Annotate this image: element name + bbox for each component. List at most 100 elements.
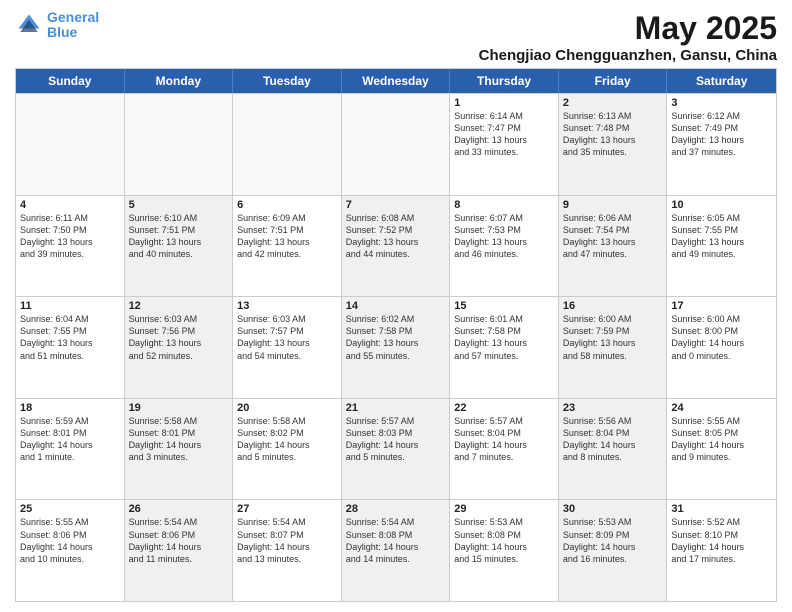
calendar-cell-day-18: 18Sunrise: 5:59 AMSunset: 8:01 PMDayligh… bbox=[16, 399, 125, 500]
daylight-hours-label: Daylight: 13 hours bbox=[20, 337, 120, 349]
day-number: 30 bbox=[563, 503, 663, 515]
day-info: Sunrise: 6:12 AMSunset: 7:49 PMDaylight:… bbox=[671, 110, 772, 159]
daylight-hours-label: Daylight: 13 hours bbox=[454, 337, 554, 349]
day-number: 10 bbox=[671, 199, 772, 211]
daylight-hours-label: Daylight: 14 hours bbox=[20, 541, 120, 553]
day-info: Sunrise: 6:03 AMSunset: 7:56 PMDaylight:… bbox=[129, 313, 229, 362]
daylight-hours-label: Daylight: 13 hours bbox=[237, 236, 337, 248]
day-number: 19 bbox=[129, 402, 229, 414]
day-number: 2 bbox=[563, 97, 663, 109]
day-info: Sunrise: 5:58 AMSunset: 8:01 PMDaylight:… bbox=[129, 415, 229, 464]
day-number: 1 bbox=[454, 97, 554, 109]
day-info: Sunrise: 5:54 AMSunset: 8:08 PMDaylight:… bbox=[346, 516, 446, 565]
day-info: Sunrise: 5:57 AMSunset: 8:03 PMDaylight:… bbox=[346, 415, 446, 464]
calendar-cell-day-15: 15Sunrise: 6:01 AMSunset: 7:58 PMDayligh… bbox=[450, 297, 559, 398]
day-number: 13 bbox=[237, 300, 337, 312]
day-number: 23 bbox=[563, 402, 663, 414]
day-number: 7 bbox=[346, 199, 446, 211]
calendar-cell-day-25: 25Sunrise: 5:55 AMSunset: 8:06 PMDayligh… bbox=[16, 500, 125, 601]
calendar-body: 1Sunrise: 6:14 AMSunset: 7:47 PMDaylight… bbox=[16, 93, 776, 601]
calendar-cell-day-5: 5Sunrise: 6:10 AMSunset: 7:51 PMDaylight… bbox=[125, 196, 234, 297]
daylight-hours-label: Daylight: 14 hours bbox=[563, 541, 663, 553]
calendar-cell-day-26: 26Sunrise: 5:54 AMSunset: 8:06 PMDayligh… bbox=[125, 500, 234, 601]
daylight-hours-label: Daylight: 13 hours bbox=[346, 337, 446, 349]
page: General Blue May 2025 Chengjiao Chenggua… bbox=[0, 0, 792, 612]
calendar-cell-empty bbox=[125, 94, 234, 195]
day-number: 26 bbox=[129, 503, 229, 515]
day-info: Sunrise: 5:59 AMSunset: 8:01 PMDaylight:… bbox=[20, 415, 120, 464]
day-info: Sunrise: 5:53 AMSunset: 8:09 PMDaylight:… bbox=[563, 516, 663, 565]
calendar-cell-day-9: 9Sunrise: 6:06 AMSunset: 7:54 PMDaylight… bbox=[559, 196, 668, 297]
calendar-cell-day-23: 23Sunrise: 5:56 AMSunset: 8:04 PMDayligh… bbox=[559, 399, 668, 500]
daylight-hours-label: Daylight: 13 hours bbox=[671, 236, 772, 248]
day-info: Sunrise: 6:00 AMSunset: 8:00 PMDaylight:… bbox=[671, 313, 772, 362]
day-number: 15 bbox=[454, 300, 554, 312]
calendar-cell-day-19: 19Sunrise: 5:58 AMSunset: 8:01 PMDayligh… bbox=[125, 399, 234, 500]
weekday-header-saturday: Saturday bbox=[667, 69, 776, 93]
calendar-cell-empty bbox=[342, 94, 451, 195]
calendar-row-0: 1Sunrise: 6:14 AMSunset: 7:47 PMDaylight… bbox=[16, 93, 776, 195]
title-block: May 2025 Chengjiao Chengguanzhen, Gansu,… bbox=[479, 10, 777, 64]
daylight-hours-label: Daylight: 13 hours bbox=[129, 236, 229, 248]
daylight-hours-label: Daylight: 14 hours bbox=[671, 337, 772, 349]
calendar-cell-day-17: 17Sunrise: 6:00 AMSunset: 8:00 PMDayligh… bbox=[667, 297, 776, 398]
day-number: 9 bbox=[563, 199, 663, 211]
day-number: 21 bbox=[346, 402, 446, 414]
day-info: Sunrise: 5:52 AMSunset: 8:10 PMDaylight:… bbox=[671, 516, 772, 565]
logo: General Blue bbox=[15, 10, 99, 41]
day-info: Sunrise: 6:05 AMSunset: 7:55 PMDaylight:… bbox=[671, 212, 772, 261]
day-info: Sunrise: 6:00 AMSunset: 7:59 PMDaylight:… bbox=[563, 313, 663, 362]
calendar-row-2: 11Sunrise: 6:04 AMSunset: 7:55 PMDayligh… bbox=[16, 296, 776, 398]
calendar-cell-day-22: 22Sunrise: 5:57 AMSunset: 8:04 PMDayligh… bbox=[450, 399, 559, 500]
logo-icon bbox=[15, 11, 43, 39]
day-info: Sunrise: 5:53 AMSunset: 8:08 PMDaylight:… bbox=[454, 516, 554, 565]
day-number: 28 bbox=[346, 503, 446, 515]
daylight-hours-label: Daylight: 14 hours bbox=[563, 439, 663, 451]
daylight-hours-label: Daylight: 14 hours bbox=[346, 439, 446, 451]
daylight-hours-label: Daylight: 14 hours bbox=[129, 541, 229, 553]
calendar-cell-empty bbox=[233, 94, 342, 195]
daylight-hours-label: Daylight: 14 hours bbox=[454, 541, 554, 553]
day-info: Sunrise: 6:04 AMSunset: 7:55 PMDaylight:… bbox=[20, 313, 120, 362]
calendar-header-row: SundayMondayTuesdayWednesdayThursdayFrid… bbox=[16, 69, 776, 93]
day-number: 17 bbox=[671, 300, 772, 312]
calendar-cell-day-13: 13Sunrise: 6:03 AMSunset: 7:57 PMDayligh… bbox=[233, 297, 342, 398]
calendar-cell-day-11: 11Sunrise: 6:04 AMSunset: 7:55 PMDayligh… bbox=[16, 297, 125, 398]
day-info: Sunrise: 5:57 AMSunset: 8:04 PMDaylight:… bbox=[454, 415, 554, 464]
day-number: 18 bbox=[20, 402, 120, 414]
calendar-row-1: 4Sunrise: 6:11 AMSunset: 7:50 PMDaylight… bbox=[16, 195, 776, 297]
day-number: 3 bbox=[671, 97, 772, 109]
calendar-cell-day-30: 30Sunrise: 5:53 AMSunset: 8:09 PMDayligh… bbox=[559, 500, 668, 601]
day-info: Sunrise: 5:54 AMSunset: 8:06 PMDaylight:… bbox=[129, 516, 229, 565]
day-info: Sunrise: 5:55 AMSunset: 8:05 PMDaylight:… bbox=[671, 415, 772, 464]
day-number: 8 bbox=[454, 199, 554, 211]
calendar-cell-day-2: 2Sunrise: 6:13 AMSunset: 7:48 PMDaylight… bbox=[559, 94, 668, 195]
day-info: Sunrise: 6:06 AMSunset: 7:54 PMDaylight:… bbox=[563, 212, 663, 261]
day-number: 27 bbox=[237, 503, 337, 515]
calendar-cell-day-31: 31Sunrise: 5:52 AMSunset: 8:10 PMDayligh… bbox=[667, 500, 776, 601]
logo-general: General bbox=[47, 9, 99, 25]
calendar-cell-day-14: 14Sunrise: 6:02 AMSunset: 7:58 PMDayligh… bbox=[342, 297, 451, 398]
day-number: 12 bbox=[129, 300, 229, 312]
calendar-cell-day-20: 20Sunrise: 5:58 AMSunset: 8:02 PMDayligh… bbox=[233, 399, 342, 500]
daylight-hours-label: Daylight: 13 hours bbox=[20, 236, 120, 248]
day-info: Sunrise: 6:07 AMSunset: 7:53 PMDaylight:… bbox=[454, 212, 554, 261]
daylight-hours-label: Daylight: 13 hours bbox=[454, 236, 554, 248]
header: General Blue May 2025 Chengjiao Chenggua… bbox=[15, 10, 777, 64]
day-info: Sunrise: 6:13 AMSunset: 7:48 PMDaylight:… bbox=[563, 110, 663, 159]
day-info: Sunrise: 6:01 AMSunset: 7:58 PMDaylight:… bbox=[454, 313, 554, 362]
calendar: SundayMondayTuesdayWednesdayThursdayFrid… bbox=[15, 68, 777, 602]
calendar-cell-day-27: 27Sunrise: 5:54 AMSunset: 8:07 PMDayligh… bbox=[233, 500, 342, 601]
day-number: 20 bbox=[237, 402, 337, 414]
calendar-cell-day-21: 21Sunrise: 5:57 AMSunset: 8:03 PMDayligh… bbox=[342, 399, 451, 500]
day-number: 5 bbox=[129, 199, 229, 211]
daylight-hours-label: Daylight: 14 hours bbox=[20, 439, 120, 451]
calendar-cell-day-28: 28Sunrise: 5:54 AMSunset: 8:08 PMDayligh… bbox=[342, 500, 451, 601]
daylight-hours-label: Daylight: 13 hours bbox=[454, 134, 554, 146]
calendar-cell-day-24: 24Sunrise: 5:55 AMSunset: 8:05 PMDayligh… bbox=[667, 399, 776, 500]
day-info: Sunrise: 6:03 AMSunset: 7:57 PMDaylight:… bbox=[237, 313, 337, 362]
month-title: May 2025 bbox=[479, 10, 777, 47]
day-number: 31 bbox=[671, 503, 772, 515]
daylight-hours-label: Daylight: 13 hours bbox=[129, 337, 229, 349]
calendar-cell-day-8: 8Sunrise: 6:07 AMSunset: 7:53 PMDaylight… bbox=[450, 196, 559, 297]
